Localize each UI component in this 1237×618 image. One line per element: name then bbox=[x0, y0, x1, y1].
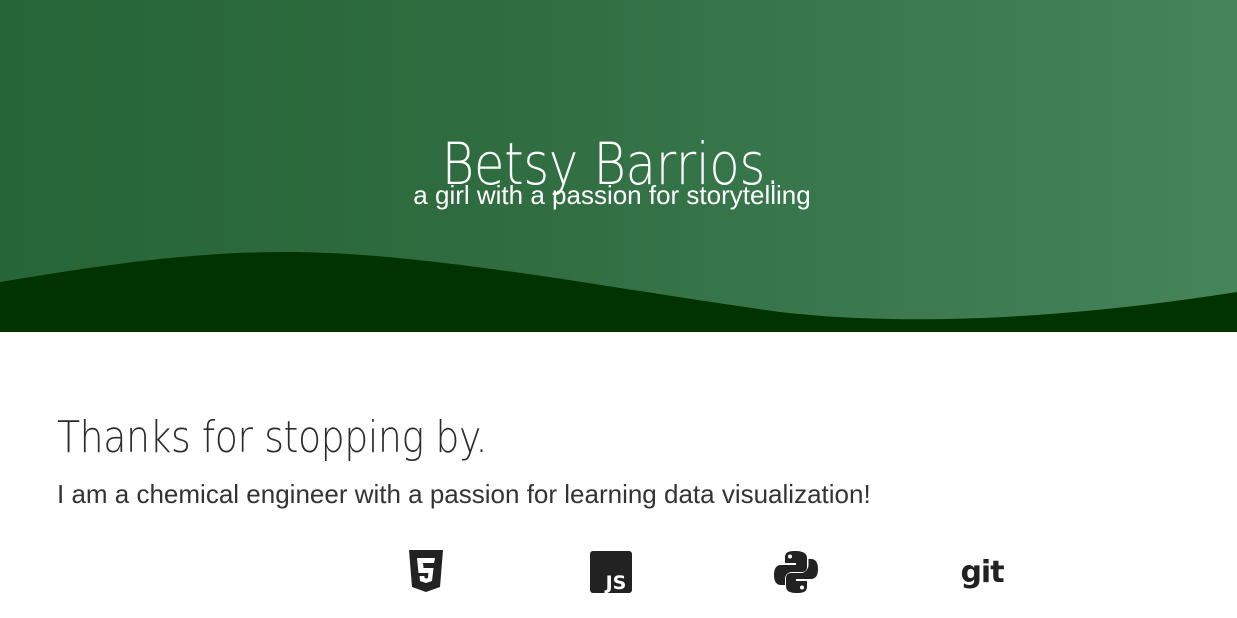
intro-heading: Thanks for stopping by. bbox=[57, 412, 488, 463]
css3-icon: 3 bbox=[403, 548, 449, 596]
javascript-icon: JS bbox=[588, 548, 634, 596]
git-icon-label: git bbox=[960, 555, 1004, 590]
hero-banner: Betsy Barrios. a girl with a passion for… bbox=[0, 0, 1237, 332]
hero-subtitle: a girl with a passion for storytelling bbox=[413, 180, 811, 210]
python-icon bbox=[773, 548, 819, 596]
intro-text: I am a chemical engineer with a passion … bbox=[57, 479, 871, 509]
git-icon: git bbox=[958, 548, 1006, 596]
javascript-icon-label: JS bbox=[604, 572, 627, 594]
